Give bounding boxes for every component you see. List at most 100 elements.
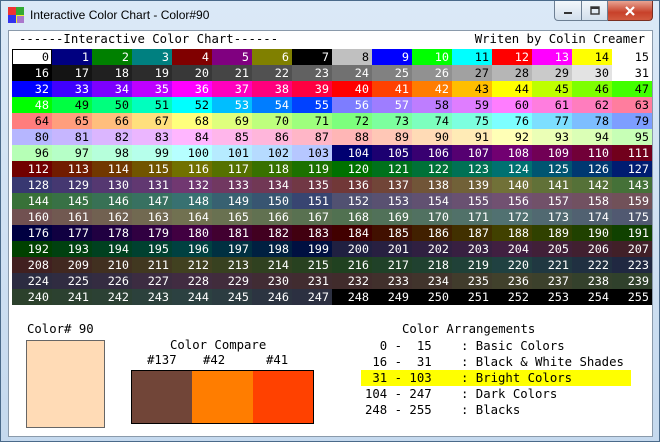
color-cell-78[interactable]: 78: [572, 113, 612, 129]
color-cell-5[interactable]: 5: [212, 49, 252, 65]
color-cell-68[interactable]: 68: [172, 113, 212, 129]
color-cell-235[interactable]: 235: [452, 273, 492, 289]
color-cell-35[interactable]: 35: [132, 81, 172, 97]
color-cell-29[interactable]: 29: [532, 65, 572, 81]
color-cell-39[interactable]: 39: [292, 81, 332, 97]
color-cell-74[interactable]: 74: [412, 113, 452, 129]
arrangement-row-2[interactable]: 31 - 103: Bright Colors: [361, 370, 631, 386]
color-cell-200[interactable]: 200: [332, 241, 372, 257]
color-cell-18[interactable]: 18: [92, 65, 132, 81]
color-cell-215[interactable]: 215: [292, 257, 332, 273]
color-cell-10[interactable]: 10: [412, 49, 452, 65]
color-cell-12[interactable]: 12: [492, 49, 532, 65]
color-cell-52[interactable]: 52: [172, 97, 212, 113]
color-cell-122[interactable]: 122: [412, 161, 452, 177]
color-cell-125[interactable]: 125: [532, 161, 572, 177]
color-cell-93[interactable]: 93: [532, 129, 572, 145]
color-cell-44[interactable]: 44: [492, 81, 532, 97]
color-cell-110[interactable]: 110: [572, 145, 612, 161]
color-cell-11[interactable]: 11: [452, 49, 492, 65]
color-cell-248[interactable]: 248: [332, 289, 372, 305]
color-cell-236[interactable]: 236: [492, 273, 532, 289]
color-cell-99[interactable]: 99: [132, 145, 172, 161]
arrangement-row-4[interactable]: 248 - 255: Blacks: [361, 402, 631, 418]
color-cell-81[interactable]: 81: [52, 129, 92, 145]
color-cell-230[interactable]: 230: [252, 273, 292, 289]
color-cell-42[interactable]: 42: [412, 81, 452, 97]
color-cell-132[interactable]: 132: [172, 177, 212, 193]
color-cell-193[interactable]: 193: [52, 241, 92, 257]
color-cell-2[interactable]: 2: [92, 49, 132, 65]
color-cell-198[interactable]: 198: [252, 241, 292, 257]
color-cell-168[interactable]: 168: [332, 209, 372, 225]
color-cell-247[interactable]: 247: [292, 289, 332, 305]
color-cell-7[interactable]: 7: [292, 49, 332, 65]
color-cell-77[interactable]: 77: [532, 113, 572, 129]
color-cell-133[interactable]: 133: [212, 177, 252, 193]
color-cell-205[interactable]: 205: [532, 241, 572, 257]
color-cell-40[interactable]: 40: [332, 81, 372, 97]
color-cell-160[interactable]: 160: [12, 209, 52, 225]
color-cell-181[interactable]: 181: [212, 225, 252, 241]
color-cell-158[interactable]: 158: [572, 193, 612, 209]
color-cell-116[interactable]: 116: [172, 161, 212, 177]
color-cell-94[interactable]: 94: [572, 129, 612, 145]
color-cell-73[interactable]: 73: [372, 113, 412, 129]
color-cell-117[interactable]: 117: [212, 161, 252, 177]
color-cell-65[interactable]: 65: [52, 113, 92, 129]
color-cell-27[interactable]: 27: [452, 65, 492, 81]
color-cell-62[interactable]: 62: [572, 97, 612, 113]
color-cell-26[interactable]: 26: [412, 65, 452, 81]
color-cell-120[interactable]: 120: [332, 161, 372, 177]
arrangement-row-1[interactable]: 16 - 31: Black & White Shades: [361, 354, 631, 370]
color-cell-194[interactable]: 194: [92, 241, 132, 257]
color-cell-218[interactable]: 218: [412, 257, 452, 273]
color-cell-143[interactable]: 143: [612, 177, 652, 193]
color-cell-229[interactable]: 229: [212, 273, 252, 289]
color-cell-163[interactable]: 163: [132, 209, 172, 225]
color-cell-98[interactable]: 98: [92, 145, 132, 161]
color-cell-75[interactable]: 75: [452, 113, 492, 129]
color-cell-244[interactable]: 244: [172, 289, 212, 305]
color-cell-241[interactable]: 241: [52, 289, 92, 305]
color-cell-85[interactable]: 85: [212, 129, 252, 145]
color-cell-103[interactable]: 103: [292, 145, 332, 161]
color-cell-53[interactable]: 53: [212, 97, 252, 113]
color-cell-249[interactable]: 249: [372, 289, 412, 305]
color-cell-216[interactable]: 216: [332, 257, 372, 273]
arrangement-row-3[interactable]: 104 - 247: Dark Colors: [361, 386, 631, 402]
color-cell-6[interactable]: 6: [252, 49, 292, 65]
color-cell-102[interactable]: 102: [252, 145, 292, 161]
color-cell-217[interactable]: 217: [372, 257, 412, 273]
color-cell-242[interactable]: 242: [92, 289, 132, 305]
color-cell-156[interactable]: 156: [492, 193, 532, 209]
color-cell-185[interactable]: 185: [372, 225, 412, 241]
color-cell-108[interactable]: 108: [492, 145, 532, 161]
color-cell-135[interactable]: 135: [292, 177, 332, 193]
color-cell-245[interactable]: 245: [212, 289, 252, 305]
color-cell-105[interactable]: 105: [372, 145, 412, 161]
color-cell-43[interactable]: 43: [452, 81, 492, 97]
color-cell-106[interactable]: 106: [412, 145, 452, 161]
color-cell-8[interactable]: 8: [332, 49, 372, 65]
color-cell-17[interactable]: 17: [52, 65, 92, 81]
color-cell-113[interactable]: 113: [52, 161, 92, 177]
color-cell-82[interactable]: 82: [92, 129, 132, 145]
color-cell-189[interactable]: 189: [532, 225, 572, 241]
color-cell-139[interactable]: 139: [452, 177, 492, 193]
color-cell-169[interactable]: 169: [372, 209, 412, 225]
color-cell-172[interactable]: 172: [492, 209, 532, 225]
color-cell-187[interactable]: 187: [452, 225, 492, 241]
color-cell-148[interactable]: 148: [172, 193, 212, 209]
color-cell-91[interactable]: 91: [452, 129, 492, 145]
color-cell-50[interactable]: 50: [92, 97, 132, 113]
color-cell-201[interactable]: 201: [372, 241, 412, 257]
color-cell-92[interactable]: 92: [492, 129, 532, 145]
color-cell-253[interactable]: 253: [532, 289, 572, 305]
color-cell-100[interactable]: 100: [172, 145, 212, 161]
color-cell-80[interactable]: 80: [12, 129, 52, 145]
color-cell-101[interactable]: 101: [212, 145, 252, 161]
color-cell-219[interactable]: 219: [452, 257, 492, 273]
color-cell-209[interactable]: 209: [52, 257, 92, 273]
color-cell-177[interactable]: 177: [52, 225, 92, 241]
